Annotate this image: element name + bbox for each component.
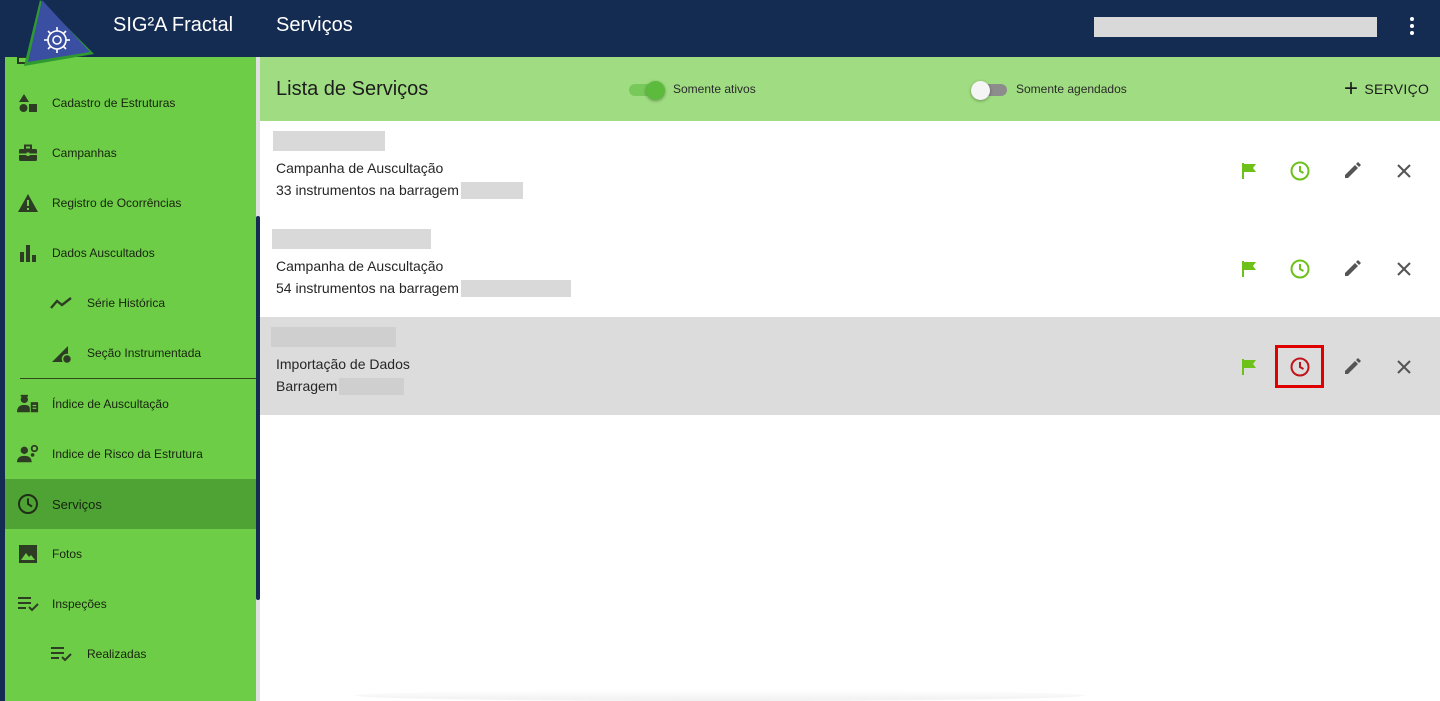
sidebar-item-label: Inspeções bbox=[52, 597, 107, 611]
dam-name-redacted bbox=[460, 280, 571, 297]
shapes-icon bbox=[17, 92, 39, 114]
checklist-icon bbox=[50, 643, 72, 665]
toggle-somente-ativos[interactable] bbox=[629, 81, 665, 100]
sidebar-scrollbar[interactable] bbox=[256, 216, 260, 600]
sidebar-item-label: Registro de Ocorrências bbox=[52, 196, 182, 210]
toggle-somente-agendados-label: Somente agendados bbox=[1016, 82, 1127, 96]
sidebar-item-partial[interactable] bbox=[5, 685, 256, 701]
service-name-redacted bbox=[271, 327, 396, 347]
sidebar-item-fotos[interactable]: Fotos bbox=[5, 529, 256, 579]
sidebar-item-inspecoes[interactable]: Inspeções bbox=[5, 579, 256, 629]
service-detail-text: 54 instrumentos na barragem bbox=[276, 280, 459, 296]
sidebar-item-label: Dados Auscultados bbox=[52, 246, 155, 260]
sidebar-item-label: Seção Instrumentada bbox=[87, 346, 202, 360]
partial-item-icon bbox=[50, 695, 72, 701]
trend-line-icon bbox=[50, 292, 72, 314]
top-app-bar: SIG²A Fractal Serviços bbox=[0, 0, 1440, 57]
close-icon[interactable] bbox=[1392, 257, 1416, 281]
sidebar-item-registro-ocorrencias[interactable]: Registro de Ocorrências bbox=[5, 178, 256, 228]
sidebar-item-label: Serviços bbox=[52, 496, 102, 512]
more-options-icon[interactable] bbox=[1402, 14, 1422, 38]
sidebar-item-cadastro-estruturas[interactable]: Cadastro de Estruturas bbox=[5, 78, 256, 128]
sidebar-item-label: Fotos bbox=[52, 547, 83, 561]
service-detail-text: 33 instrumentos na barragem bbox=[276, 182, 459, 198]
app-logo-icon[interactable] bbox=[18, 0, 100, 70]
service-detail: Barragem bbox=[276, 378, 405, 395]
edit-pencil-icon[interactable] bbox=[1340, 257, 1364, 281]
sidebar-item-serie-historica[interactable]: Série Histórica bbox=[5, 278, 256, 328]
sidebar-item-label: Realizadas bbox=[87, 647, 147, 661]
flag-icon[interactable] bbox=[1237, 159, 1261, 183]
close-icon[interactable] bbox=[1392, 159, 1416, 183]
image-icon bbox=[17, 543, 39, 565]
service-name-redacted bbox=[273, 131, 385, 151]
sidebar-item-label: Indice de Risco da Estrutura bbox=[52, 447, 203, 461]
service-type: Campanha de Auscultação bbox=[276, 160, 444, 176]
sidebar-item-label: Índice de Auscultação bbox=[52, 397, 169, 411]
service-detail: 54 instrumentos na barragem bbox=[276, 280, 571, 297]
engineer-settings-icon bbox=[17, 443, 39, 465]
bar-chart-icon bbox=[17, 242, 39, 264]
list-header: Lista de Serviços Somente ativos Somente… bbox=[260, 57, 1440, 121]
sidebar-item-realizadas[interactable]: Realizadas bbox=[5, 629, 256, 679]
sidebar-item-label: Campanhas bbox=[52, 146, 117, 160]
edit-pencil-icon[interactable] bbox=[1340, 355, 1364, 379]
dam-name-redacted bbox=[460, 182, 523, 199]
service-row[interactable]: Campanha de Auscultação 33 instrumentos … bbox=[260, 121, 1440, 219]
bottom-shadow bbox=[355, 690, 1085, 701]
flag-icon[interactable] bbox=[1237, 355, 1261, 379]
sidebar-item-campanhas[interactable]: Campanhas bbox=[5, 128, 256, 178]
clock-icon bbox=[17, 493, 39, 515]
flag-icon[interactable] bbox=[1237, 257, 1261, 281]
close-icon[interactable] bbox=[1392, 355, 1416, 379]
warning-icon bbox=[17, 192, 39, 214]
checklist-icon bbox=[17, 593, 39, 615]
toggle-somente-ativos-label: Somente ativos bbox=[673, 82, 756, 96]
briefcase-icon bbox=[17, 142, 39, 164]
sidebar-item-dados-auscultados[interactable]: Dados Auscultados bbox=[5, 228, 256, 278]
service-type: Importação de Dados bbox=[276, 356, 410, 372]
edit-pencil-icon[interactable] bbox=[1340, 159, 1364, 183]
schedule-clock-icon[interactable] bbox=[1288, 257, 1312, 281]
add-servico-label: SERVIÇO bbox=[1364, 81, 1430, 97]
service-type: Campanha de Auscultação bbox=[276, 258, 444, 274]
dam-name-redacted bbox=[339, 378, 405, 395]
sidebar-item-servicos[interactable]: Serviços bbox=[5, 479, 256, 529]
add-servico-button[interactable]: + SERVIÇO bbox=[1344, 75, 1430, 102]
sidebar-item-secao-instrumentada[interactable]: Seção Instrumentada bbox=[5, 328, 256, 378]
list-title: Lista de Serviços bbox=[276, 78, 429, 100]
toggle-thumb bbox=[971, 81, 990, 100]
service-row[interactable]: Campanha de Auscultação 54 instrumentos … bbox=[260, 219, 1440, 317]
sidebar-item-indice-risco[interactable]: Indice de Risco da Estrutura bbox=[5, 429, 256, 479]
user-name-redacted bbox=[1094, 17, 1377, 37]
engineer-clipboard-icon bbox=[17, 393, 39, 415]
ruler-gear-icon bbox=[50, 342, 72, 364]
sidebar-edge bbox=[0, 57, 5, 701]
schedule-clock-icon[interactable] bbox=[1288, 159, 1312, 183]
plus-icon: + bbox=[1344, 75, 1359, 102]
toggle-somente-agendados[interactable] bbox=[971, 81, 1007, 100]
service-name-redacted bbox=[272, 229, 431, 249]
schedule-clock-icon[interactable] bbox=[1288, 355, 1312, 379]
service-detail-text: Barragem bbox=[276, 378, 338, 394]
sidebar-item-label: Cadastro de Estruturas bbox=[52, 96, 176, 110]
toggle-thumb bbox=[646, 81, 665, 100]
service-detail: 33 instrumentos na barragem bbox=[276, 182, 523, 199]
sidebar-item-label: Série Histórica bbox=[87, 296, 166, 310]
app-title: SIG²A Fractal bbox=[113, 14, 234, 36]
sidebar-item-indice-auscultacao[interactable]: Índice de Auscultação bbox=[5, 379, 256, 429]
service-row[interactable]: Importação de Dados Barragem bbox=[260, 317, 1440, 415]
page-title: Serviços bbox=[276, 14, 353, 36]
